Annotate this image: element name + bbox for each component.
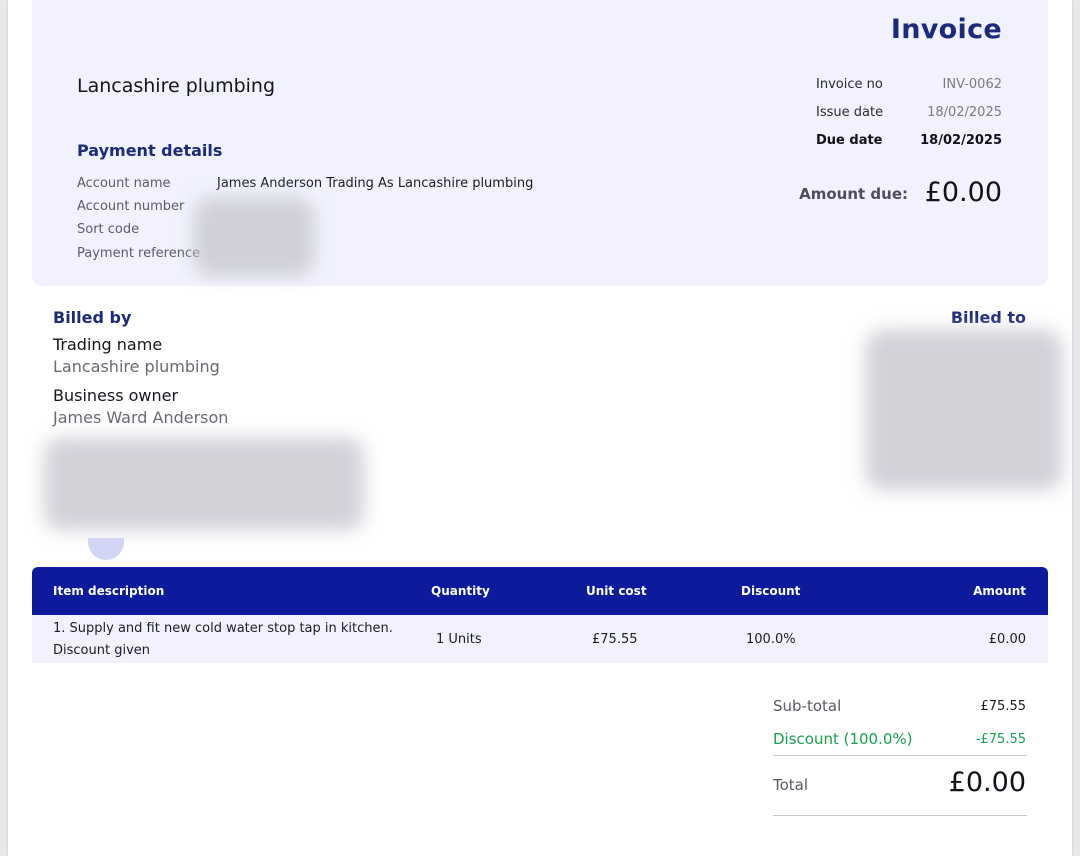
subtotal-value: £75.55 bbox=[980, 699, 1027, 714]
total-value: £0.00 bbox=[948, 767, 1026, 798]
invoice-document: Invoice Lancashire plumbing Invoice no I… bbox=[8, 0, 1072, 856]
redacted-address-billed-to bbox=[866, 330, 1062, 490]
trading-name-label: Trading name bbox=[53, 335, 163, 354]
company-name: Lancashire plumbing bbox=[77, 75, 276, 97]
col-amount: Amount bbox=[973, 584, 1026, 598]
issue-date-value: 18/02/2025 bbox=[927, 105, 1002, 120]
col-discount: Discount bbox=[741, 584, 801, 598]
redacted-address-billed-by bbox=[44, 438, 364, 530]
item-quantity: 1 Units bbox=[436, 632, 482, 647]
col-item-description: Item description bbox=[53, 584, 165, 598]
account-number-label: Account number bbox=[77, 199, 185, 214]
invoice-header-panel: Invoice Lancashire plumbing Invoice no I… bbox=[32, 0, 1048, 286]
items-table-header: Item description Quantity Unit cost Disc… bbox=[32, 567, 1048, 615]
issue-date-label: Issue date bbox=[816, 105, 884, 120]
payment-details-heading: Payment details bbox=[77, 141, 223, 160]
redacted-bank-details bbox=[194, 198, 314, 276]
trading-name-value: Lancashire plumbing bbox=[53, 357, 220, 376]
due-date-value: 18/02/2025 bbox=[920, 133, 1002, 148]
avatar bbox=[88, 538, 124, 560]
amount-due-value: £0.00 bbox=[924, 177, 1002, 208]
invoice-no-label: Invoice no bbox=[816, 77, 883, 92]
col-unit-cost: Unit cost bbox=[586, 584, 647, 598]
totals-bottom-divider bbox=[773, 815, 1027, 816]
amount-due-label: Amount due: bbox=[799, 185, 908, 203]
subtotal-label: Sub-total bbox=[773, 697, 842, 715]
account-name-value: James Anderson Trading As Lancashire plu… bbox=[217, 176, 534, 191]
sort-code-label: Sort code bbox=[77, 222, 140, 237]
table-row: 1. Supply and fit new cold water stop ta… bbox=[32, 615, 1048, 663]
discount-label: Discount (100.0%) bbox=[773, 730, 913, 748]
item-unit-cost: £75.55 bbox=[592, 632, 638, 647]
item-description-note: Discount given bbox=[53, 643, 150, 658]
totals-divider bbox=[773, 755, 1027, 756]
item-amount: £0.00 bbox=[988, 632, 1026, 647]
account-name-label: Account name bbox=[77, 176, 171, 191]
business-owner-label: Business owner bbox=[53, 386, 179, 405]
invoice-no-value: INV-0062 bbox=[942, 77, 1002, 92]
invoice-title: Invoice bbox=[890, 14, 1002, 45]
due-date-label: Due date bbox=[816, 133, 883, 148]
business-owner-value: James Ward Anderson bbox=[53, 408, 229, 427]
billed-by-heading: Billed by bbox=[53, 308, 132, 327]
total-label: Total bbox=[773, 776, 809, 794]
item-description: 1. Supply and fit new cold water stop ta… bbox=[53, 621, 393, 636]
billed-to-heading: Billed to bbox=[950, 308, 1026, 327]
col-quantity: Quantity bbox=[431, 584, 490, 598]
discount-value: -£75.55 bbox=[975, 732, 1026, 747]
item-discount: 100.0% bbox=[746, 632, 796, 647]
payment-reference-label: Payment reference bbox=[77, 246, 201, 261]
